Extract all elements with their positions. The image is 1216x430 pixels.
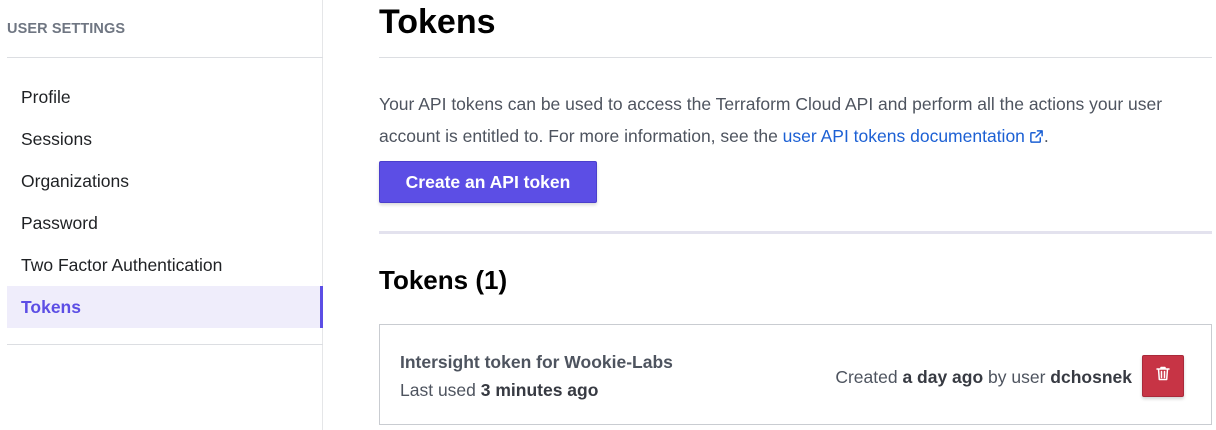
token-last-used: Last used 3 minutes ago [400,380,598,401]
doc-link-label: user API tokens documentation [782,126,1025,146]
sidebar-nav: Profile Sessions Organizations Password … [7,76,323,328]
tokens-section-title: Tokens (1) [379,265,508,295]
sidebar-item-profile[interactable]: Profile [7,76,323,118]
title-divider [379,57,1212,58]
description-suffix: . [1043,126,1049,146]
sidebar-item-tokens[interactable]: Tokens [7,286,323,328]
sidebar-heading: USER SETTINGS [7,21,126,37]
create-api-token-button[interactable]: Create an API token [379,161,597,203]
api-tokens-documentation-link[interactable]: user API tokens documentation [783,126,1044,146]
last-used-label: Last used [400,380,481,400]
created-value: a day ago [902,367,984,387]
created-label: Created [835,367,903,387]
section-divider [379,231,1212,234]
sidebar-item-two-factor-authentication[interactable]: Two Factor Authentication [7,244,323,286]
last-used-value: 3 minutes ago [480,380,599,400]
sidebar: USER SETTINGS Profile Sessions Organizat… [0,0,323,430]
sidebar-divider-bottom [7,344,323,345]
token-list-item: Intersight token for Wookie-Labs Last us… [379,324,1212,425]
created-by-user: dchosnek [1050,367,1132,387]
sidebar-divider-top [7,57,323,58]
sidebar-item-password[interactable]: Password [7,202,323,244]
sidebar-item-organizations[interactable]: Organizations [7,160,323,202]
external-link-icon [1029,122,1044,154]
trash-icon [1155,365,1171,387]
by-user-label: by user [983,367,1051,387]
delete-token-button[interactable] [1142,355,1184,397]
sidebar-item-sessions[interactable]: Sessions [7,118,323,160]
token-name: Intersight token for Wookie-Labs [400,352,673,372]
main-content: Tokens Your API tokens can be used to ac… [379,0,1212,430]
token-created-info: Created a day ago by user dchosnek [835,367,1132,388]
page-title: Tokens [379,3,496,41]
user-settings-page: USER SETTINGS Profile Sessions Organizat… [0,0,1216,430]
tokens-description: Your API tokens can be used to access th… [379,88,1209,154]
